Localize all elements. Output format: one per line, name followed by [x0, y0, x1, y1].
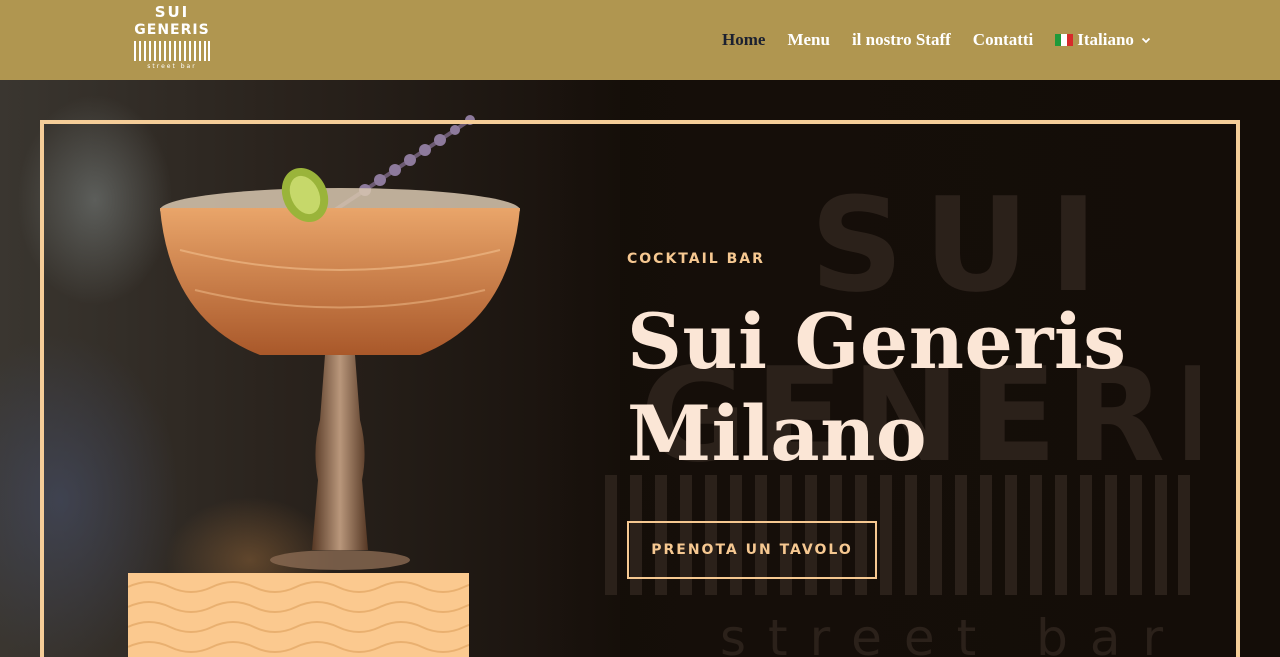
logo-line3: street bar — [147, 63, 197, 70]
book-table-button[interactable]: PRENOTA UN TAVOLO — [627, 521, 877, 579]
wave-pattern-box — [128, 573, 469, 657]
hero-eyebrow: COCKTAIL BAR — [627, 251, 765, 267]
main-nav: Home Menu il nostro Staff Contatti Itali… — [722, 28, 1152, 52]
hero-title: Sui Generis Milano — [627, 296, 1227, 480]
logo-line2: GENERIS — [134, 22, 210, 38]
wave-pattern-icon — [128, 581, 469, 653]
logo-line1: SUI — [154, 3, 190, 21]
language-label: Italiano — [1077, 30, 1134, 49]
italy-flag-icon — [1055, 34, 1074, 46]
chevron-down-icon — [1141, 37, 1151, 44]
hero-title-line2: Milano — [627, 389, 928, 478]
nav-item-staff[interactable]: il nostro Staff — [852, 30, 951, 50]
language-switcher[interactable]: Italiano — [1055, 30, 1152, 50]
nav-item-menu[interactable]: Menu — [787, 30, 830, 50]
logo-bars-icon — [134, 41, 210, 61]
nav-item-contatti[interactable]: Contatti — [973, 30, 1033, 50]
logo[interactable]: SUI GENERIS street bar — [130, 5, 214, 73]
watermark-line3: street bar — [720, 609, 1185, 657]
cocktail-glass-image — [160, 115, 520, 570]
nav-item-home[interactable]: Home — [722, 30, 765, 50]
site-header: SUI GENERIS street bar Home Menu il nost… — [0, 0, 1280, 80]
hero-section: SUI GENERIS street bar COCKTAIL BAR Sui … — [0, 80, 1280, 657]
hero-title-line1: Sui Generis — [627, 297, 1127, 386]
